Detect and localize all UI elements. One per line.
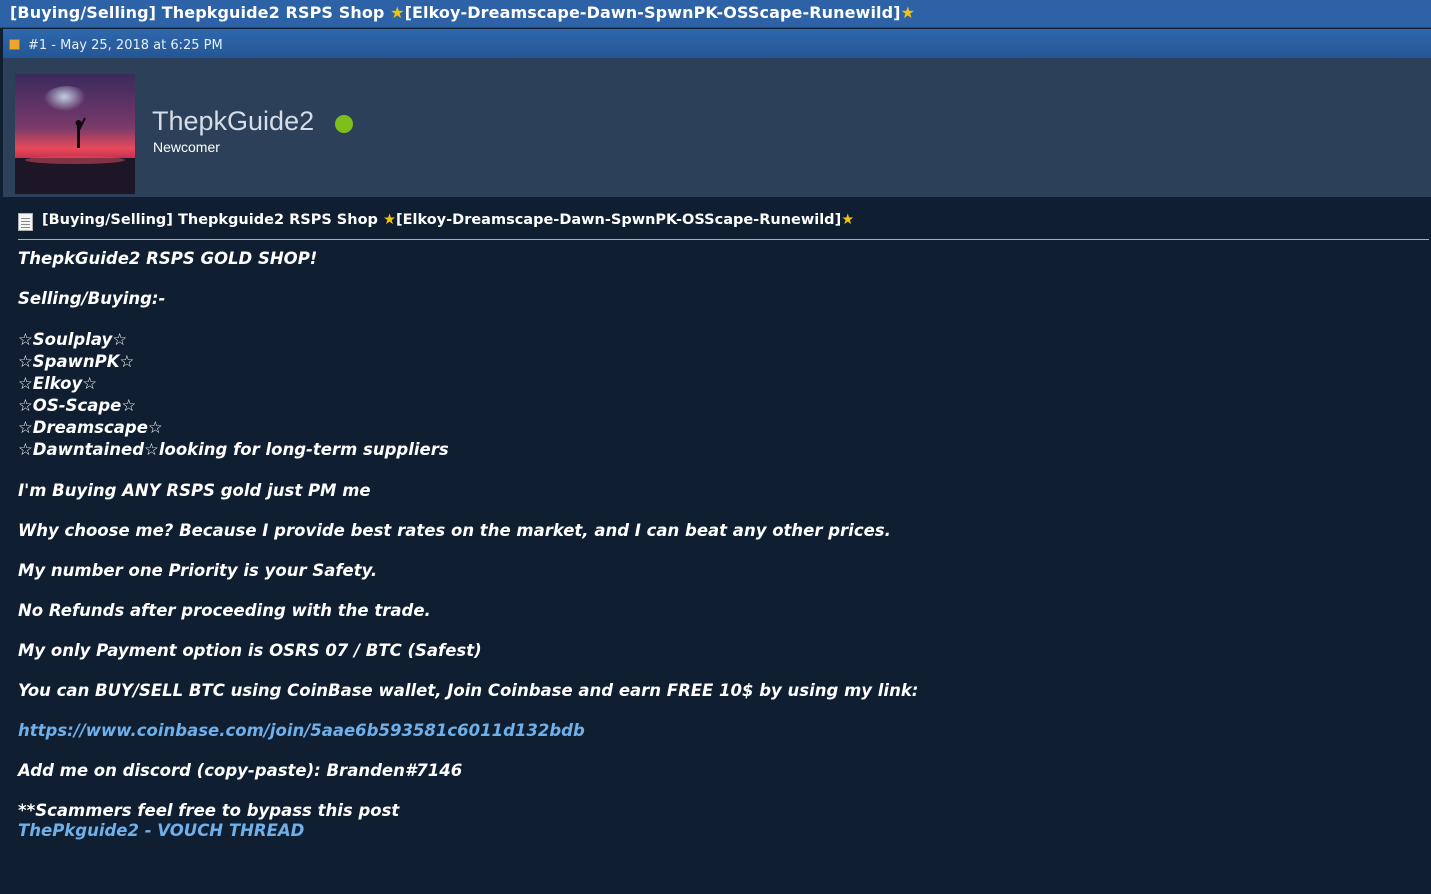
thread-title-prefix: [Buying/Selling] Thepkguide2 RSPS Shop [10, 3, 391, 22]
coinbase-text: You can BUY/SELL BTC using CoinBase wall… [18, 681, 919, 700]
refunds-text: No Refunds after proceeding with the tra… [18, 601, 431, 620]
post-icon [9, 39, 20, 50]
suppliers-note: looking for long-term suppliers [158, 440, 449, 459]
post-subject-prefix: [Buying/Selling] Thepkguide2 RSPS Shop [42, 212, 383, 228]
priority-text: My number one Priority is your Safety. [18, 561, 378, 580]
thread-title-tags: [Elkoy-Dreamscape-Dawn-SpwnPK-OSScape-Ru… [404, 3, 901, 22]
server-item: ☆SpawnPK☆ [18, 352, 134, 371]
server-item: ☆OS-Scape☆ [18, 396, 136, 415]
outline-star-icon: ☆ [82, 374, 97, 393]
avatar-image [15, 74, 135, 194]
outline-star-icon: ☆ [18, 330, 33, 349]
outline-star-icon: ☆ [112, 330, 128, 349]
outline-star-icon: ☆ [119, 352, 135, 371]
server-name: Dawntained [32, 440, 145, 459]
thread-title-bar: [Buying/Selling] Thepkguide2 RSPS Shop ★… [0, 0, 1431, 28]
star-icon: ★ [841, 212, 855, 228]
star-icon: ★ [382, 212, 396, 228]
thread-title: [Buying/Selling] Thepkguide2 RSPS Shop ★… [10, 3, 915, 22]
post-number-date[interactable]: #1 - May 25, 2018 at 6:25 PM [28, 38, 223, 53]
scammers-text: **Scammers feel free to bypass this post [18, 801, 400, 820]
outline-star-icon: ☆ [18, 374, 33, 393]
avatar[interactable] [15, 74, 135, 194]
outline-star-icon: ☆ [147, 418, 163, 437]
star-icon: ★ [900, 3, 916, 22]
buying-text: I'm Buying ANY RSPS gold just PM me [18, 481, 371, 500]
payment-text: My only Payment option is OSRS 07 / BTC … [18, 641, 482, 660]
outline-star-icon: ☆ [144, 440, 159, 459]
post-heading: ThepkGuide2 RSPS GOLD SHOP! [18, 249, 318, 268]
server-name: Soulplay [32, 330, 113, 349]
post-meta-bar: #1 - May 25, 2018 at 6:25 PM [3, 29, 1431, 58]
outline-star-icon: ☆ [121, 396, 137, 415]
document-icon [18, 213, 33, 231]
why-text: Why choose me? Because I provide best ra… [18, 521, 891, 540]
user-title: Newcomer [153, 139, 220, 155]
post-body: [Buying/Selling] Thepkguide2 RSPS Shop ★… [3, 197, 1431, 894]
server-name: OS-Scape [32, 396, 122, 415]
server-name: SpawnPK [32, 352, 120, 371]
discord-text: Add me on discord (copy-paste): Branden#… [18, 761, 463, 780]
server-name: Elkoy [32, 374, 83, 393]
online-status-icon [335, 115, 353, 133]
outline-star-icon: ☆ [18, 440, 33, 459]
server-name: Dreamscape [32, 418, 148, 437]
outline-star-icon: ☆ [18, 352, 33, 371]
author-panel: ThepkGuide2 Newcomer [3, 58, 1431, 197]
server-item: ☆Soulplay☆ [18, 330, 127, 349]
server-item: ☆Dreamscape☆ [18, 418, 163, 437]
username[interactable]: ThepkGuide2 [152, 106, 314, 137]
post-subject-tags: [Elkoy-Dreamscape-Dawn-SpwnPK-OSScape-Ru… [395, 212, 842, 228]
outline-star-icon: ☆ [18, 396, 33, 415]
outline-star-icon: ☆ [18, 418, 33, 437]
server-item: ☆Dawntained☆looking for long-term suppli… [18, 440, 449, 459]
post-subject-row: [Buying/Selling] Thepkguide2 RSPS Shop ★… [18, 210, 1429, 240]
post-subject: [Buying/Selling] Thepkguide2 RSPS Shop ★… [42, 212, 854, 228]
coinbase-link[interactable]: https://www.coinbase.com/join/5aae6b5935… [18, 721, 585, 740]
star-icon: ★ [390, 3, 405, 22]
selling-buying-label: Selling/Buying:- [18, 289, 166, 308]
server-item: ☆Elkoy☆ [18, 374, 97, 393]
vouch-thread-link[interactable]: ThePkguide2 - VOUCH THREAD [18, 821, 304, 840]
